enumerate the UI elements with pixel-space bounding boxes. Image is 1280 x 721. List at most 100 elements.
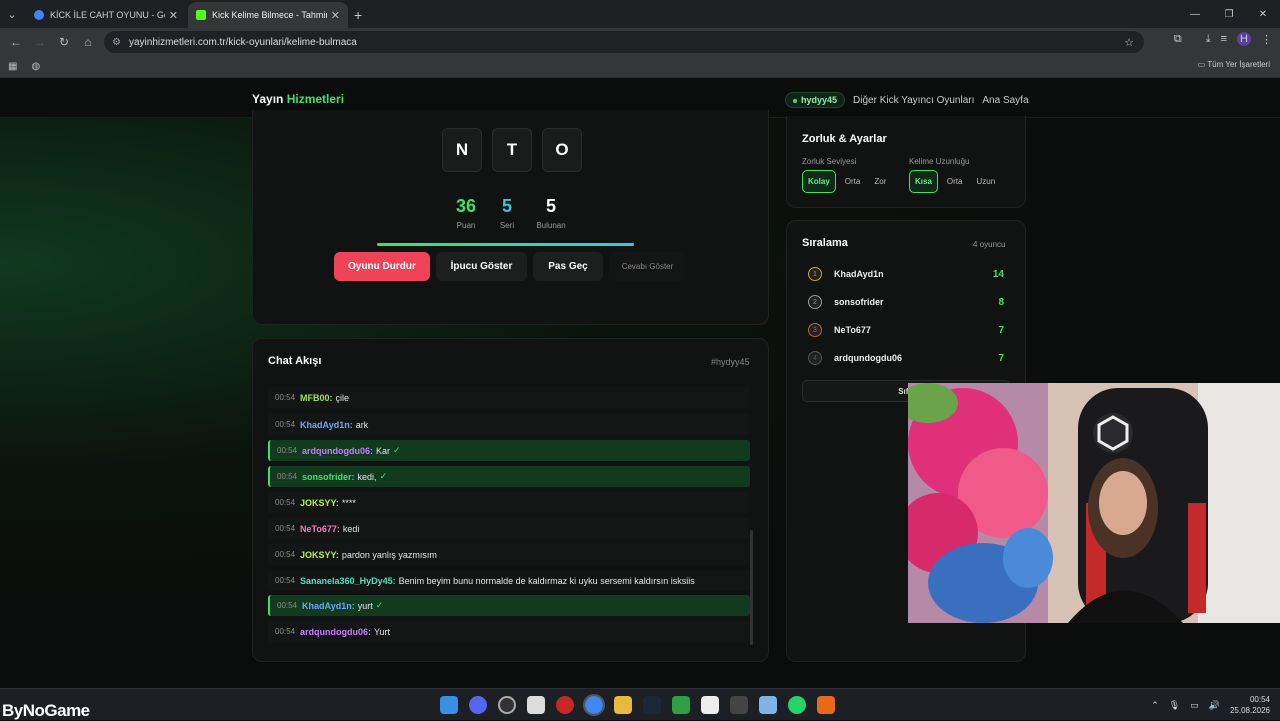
chat-message: 00:54 Sananela360_HyDy45: Benim beyim bunu… xyxy=(268,570,750,591)
message-user: KhadAyd1n: xyxy=(300,419,353,430)
system-tray: ⌃ 🎙 ▭ 🔊 00:54 25.08.2026 xyxy=(1151,694,1270,716)
store-icon[interactable] xyxy=(527,696,545,714)
tab-kelime-bilmece[interactable]: Kick Kelime Bilmece - Tahmin O ✕ xyxy=(188,2,348,28)
message-user: ardqundogdu06: xyxy=(300,626,372,637)
difficulty-label: Zorluk Seviyesi xyxy=(802,157,857,166)
nav-other-games[interactable]: Diğer Kick Yayıncı Oyunları xyxy=(853,95,974,106)
player-score: 8 xyxy=(998,296,1004,308)
letter-tile: T xyxy=(492,128,532,172)
chat-message: 00:54 sonsofrider: kedi, ✓ xyxy=(268,466,750,487)
letter-tile: O xyxy=(542,128,582,172)
message-user: ardqundogdu06: xyxy=(302,445,374,456)
pass-button[interactable]: Pas Geç xyxy=(533,252,603,281)
home-icon[interactable]: ⌂ xyxy=(76,35,100,49)
message-user: Sananela360_HyDy45: xyxy=(300,575,396,586)
network-icon[interactable]: ▭ xyxy=(1190,700,1199,711)
forward-icon[interactable]: → xyxy=(28,35,52,49)
site-info-icon[interactable]: ⚙ xyxy=(112,37,121,48)
length-selector: Kısa Orta Uzun xyxy=(909,170,1000,193)
message-time: 00:54 xyxy=(275,550,296,559)
close-icon[interactable]: ✕ xyxy=(169,9,178,22)
all-bookmarks[interactable]: ▭ Tüm Yer İşaretleri xyxy=(1198,60,1270,69)
user-name: hydyy45 xyxy=(801,95,838,105)
whatsapp-icon[interactable] xyxy=(788,696,806,714)
files-icon[interactable] xyxy=(614,696,632,714)
difficulty-easy[interactable]: Kolay xyxy=(802,170,836,193)
tray-chevron-icon[interactable]: ⌃ xyxy=(1151,700,1159,711)
letter-tile: N xyxy=(442,128,482,172)
bookmarks-bar: ▦ ◍ ▭ Tüm Yer İşaretleri xyxy=(0,56,1280,78)
message-time: 00:54 xyxy=(275,627,296,636)
difficulty-selector: Kolay Orta Zor xyxy=(802,170,891,193)
length-medium[interactable]: Orta xyxy=(942,171,968,192)
rank-number: 2 xyxy=(808,295,822,309)
play-icon[interactable] xyxy=(672,696,690,714)
webcam-overlay xyxy=(908,383,1280,623)
player-name: KhadAyd1n xyxy=(834,269,884,279)
correct-check-icon: ✓ xyxy=(375,600,384,610)
reload-icon[interactable]: ↻ xyxy=(52,35,76,49)
extensions-icon[interactable]: ⧉ xyxy=(1174,33,1182,46)
message-text: yurt xyxy=(357,600,373,611)
message-time: 00:54 xyxy=(275,524,296,533)
message-text: ark xyxy=(355,419,369,430)
difficulty-medium[interactable]: Orta xyxy=(840,171,866,192)
app-orange-icon[interactable] xyxy=(817,696,835,714)
bynogame-watermark: ByNoGame xyxy=(2,701,90,720)
tab-title: Kick Kelime Bilmece - Tahmin O xyxy=(212,10,327,20)
all-bookmarks-label: Tüm Yer İşaretleri xyxy=(1207,60,1270,69)
ranking-row: 3 NeTo677 7 xyxy=(808,319,1004,341)
message-text: çile xyxy=(335,392,350,403)
address-bar[interactable]: ⚙ yayinhizmetleri.com.tr/kick-oyunlari/k… xyxy=(104,31,1144,53)
close-icon[interactable]: ✕ xyxy=(331,9,340,22)
bookmark-star-icon[interactable]: ☆ xyxy=(1124,36,1134,49)
start-icon[interactable] xyxy=(440,696,458,714)
steam-icon[interactable] xyxy=(643,696,661,714)
app-icon[interactable] xyxy=(701,696,719,714)
message-time: 00:54 xyxy=(275,420,296,429)
tab-chat-game[interactable]: KİCK İLE CAHT OYUNU - Goog ✕ xyxy=(26,2,186,28)
stat-label: Seri xyxy=(499,221,515,230)
stat-found: 5 Bulunan xyxy=(532,196,570,230)
clock-date: 25.08.2026 xyxy=(1229,706,1270,715)
message-text: Benim beyim bunu normalde de kaldırmaz k… xyxy=(398,575,695,586)
apps-icon[interactable]: ▦ xyxy=(8,61,17,72)
profile-avatar[interactable]: H xyxy=(1237,32,1251,46)
message-time: 00:54 xyxy=(277,601,298,610)
tab-search-icon[interactable]: ⌄ xyxy=(0,0,24,28)
chat-message: 00:54 JOKSYY: **** xyxy=(268,492,750,513)
globe-icon[interactable]: ◍ xyxy=(31,61,40,72)
stop-game-button[interactable]: Oyunu Durdur xyxy=(334,252,430,281)
close-window-icon[interactable]: ✕ xyxy=(1246,0,1280,28)
new-tab-button[interactable]: + xyxy=(354,2,362,28)
site-logo[interactable]: Yayın Hizmetleri xyxy=(252,92,344,106)
nav-home[interactable]: Ana Sayfa xyxy=(982,95,1028,106)
user-badge[interactable]: hydyy45 xyxy=(785,92,846,108)
obs-icon[interactable] xyxy=(498,696,516,714)
download-icon[interactable]: ⤓ xyxy=(1206,33,1211,46)
back-icon[interactable]: ← xyxy=(4,35,28,49)
chat-message: 00:54 KhadAyd1n: ark xyxy=(268,414,750,435)
restore-icon[interactable]: ❐ xyxy=(1212,0,1246,28)
kick-icon xyxy=(196,10,206,20)
google-icon xyxy=(34,10,44,20)
minimize-icon[interactable]: — xyxy=(1178,0,1212,28)
epic-icon[interactable] xyxy=(730,696,748,714)
chrome-icon[interactable] xyxy=(583,694,605,716)
menu-icon[interactable]: ⋮ xyxy=(1261,33,1272,46)
brand-highlight: Hizmetleri xyxy=(286,92,345,106)
mic-icon[interactable]: 🎙 xyxy=(1169,700,1180,711)
stat-streak: 5 Seri xyxy=(494,196,520,230)
chat-scrollbar[interactable] xyxy=(750,530,753,645)
show-hint-button[interactable]: İpucu Göster xyxy=(436,252,527,281)
reveal-answer-button[interactable]: Cevabı Göster xyxy=(609,252,686,281)
clock[interactable]: 00:54 25.08.2026 xyxy=(1230,694,1270,716)
length-long[interactable]: Uzun xyxy=(971,171,1000,192)
difficulty-hard[interactable]: Zor xyxy=(869,171,891,192)
media-icon[interactable]: ≡ xyxy=(1221,33,1227,45)
volume-icon[interactable]: 🔊 xyxy=(1209,700,1220,711)
length-short[interactable]: Kısa xyxy=(909,170,938,193)
discord-icon[interactable] xyxy=(469,696,487,714)
settings-app-icon[interactable] xyxy=(759,696,777,714)
app-red-icon[interactable] xyxy=(556,696,574,714)
